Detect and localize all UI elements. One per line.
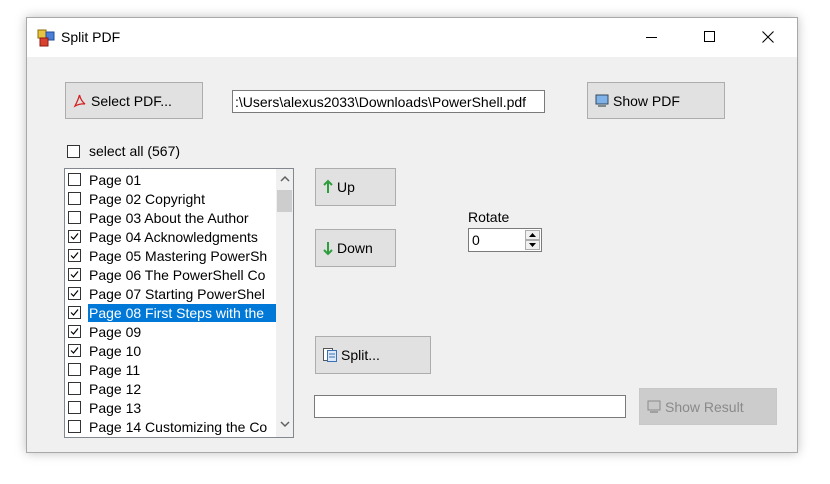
scroll-up-icon[interactable]: [280, 175, 290, 182]
page-checkbox[interactable]: [68, 192, 81, 205]
close-button[interactable]: [739, 18, 797, 57]
list-item[interactable]: Page 12: [66, 379, 276, 398]
page-checkbox[interactable]: [68, 363, 81, 376]
scroll-down-icon[interactable]: [280, 421, 290, 428]
app-icon: [37, 29, 55, 47]
list-item[interactable]: Page 03 About the Author: [66, 208, 276, 227]
page-label: Page 02 Copyright: [89, 190, 205, 207]
window-title: Split PDF: [61, 29, 121, 45]
up-button[interactable]: Up: [315, 168, 396, 206]
minimize-icon: [646, 37, 657, 38]
list-item[interactable]: Page 07 Starting PowerShel: [66, 284, 276, 303]
rotate-spinner[interactable]: 0: [468, 228, 542, 252]
page-label: Page 11: [89, 361, 141, 378]
list-item[interactable]: Page 01: [66, 170, 276, 189]
page-checkbox[interactable]: [68, 249, 81, 262]
rotate-value[interactable]: 0: [472, 232, 480, 248]
split-button[interactable]: Split...: [315, 336, 431, 374]
monitor-icon: [646, 399, 662, 415]
up-label: Up: [337, 179, 355, 195]
list-item[interactable]: Page 09: [66, 322, 276, 341]
list-item[interactable]: Page 08 First Steps with the: [66, 303, 276, 322]
list-item[interactable]: Page 10: [66, 341, 276, 360]
page-label: Page 09: [89, 323, 142, 340]
title-bar[interactable]: Split PDF: [27, 18, 797, 57]
page-label: Page 12: [89, 380, 142, 397]
spin-down-button[interactable]: [525, 240, 540, 250]
page-checkbox[interactable]: [68, 268, 81, 281]
page-label: Page 10: [89, 342, 142, 359]
list-scrollbar[interactable]: [276, 169, 293, 437]
page-label: Page 03 About the Author: [89, 209, 249, 226]
down-label: Down: [337, 240, 373, 256]
select-all-checkbox[interactable]: select all (567): [67, 143, 180, 159]
list-item[interactable]: Page 14 Customizing the Co: [66, 417, 276, 436]
page-label: Page 04 Acknowledgments: [89, 228, 258, 245]
split-label: Split...: [341, 347, 380, 363]
page-checkbox[interactable]: [68, 230, 81, 243]
rotate-label: Rotate: [468, 209, 510, 225]
scroll-thumb[interactable]: [277, 190, 292, 212]
list-item[interactable]: Page 13: [66, 398, 276, 417]
page-checkbox[interactable]: [68, 382, 81, 395]
page-label: Page 06 The PowerShell Co: [89, 266, 266, 283]
split-icon: [322, 347, 338, 363]
page-checkbox[interactable]: [68, 173, 81, 186]
arrow-up-icon: [322, 179, 334, 195]
select-pdf-label: Select PDF...: [91, 92, 172, 109]
spin-up-button[interactable]: [525, 230, 540, 240]
page-label: Page 07 Starting PowerShel: [89, 285, 265, 302]
split-pdf-window: Split PDF Select PDF... :\Users\alexus20…: [26, 17, 798, 453]
page-label: Page 01: [89, 171, 142, 188]
file-path-field[interactable]: :\Users\alexus2033\Downloads\PowerShell.…: [232, 90, 545, 113]
list-item[interactable]: Page 11: [66, 360, 276, 379]
show-result-button[interactable]: Show Result: [639, 388, 777, 425]
page-label: Page 08 First Steps with the: [88, 303, 276, 322]
page-label: Page 05 Mastering PowerSh: [89, 247, 268, 264]
page-checkbox[interactable]: [68, 306, 81, 319]
page-checkbox[interactable]: [68, 401, 81, 414]
result-field[interactable]: [314, 395, 626, 418]
minimize-button[interactable]: [623, 18, 681, 57]
select-all-box[interactable]: [67, 144, 80, 158]
show-pdf-button[interactable]: Show PDF: [587, 82, 725, 119]
page-list[interactable]: Page 01 Page 02 Copyright Page 03 About th…: [64, 168, 294, 438]
list-item[interactable]: Page 02 Copyright: [66, 189, 276, 208]
page-checkbox[interactable]: [68, 325, 81, 338]
show-pdf-label: Show PDF: [613, 92, 680, 109]
page-label: Page 14 Customizing the Co: [89, 418, 268, 435]
triangle-up-icon: [529, 233, 536, 237]
list-item[interactable]: Page 05 Mastering PowerSh: [66, 246, 276, 265]
maximize-icon: [704, 31, 715, 42]
select-pdf-button[interactable]: Select PDF...: [65, 82, 203, 119]
close-icon: [762, 31, 774, 43]
select-all-label: select all (567): [89, 143, 181, 159]
maximize-button[interactable]: [681, 18, 739, 57]
page-checkbox[interactable]: [68, 287, 81, 300]
list-item[interactable]: Page 04 Acknowledgments: [66, 227, 276, 246]
show-result-label: Show Result: [665, 398, 744, 415]
page-checkbox[interactable]: [68, 420, 81, 433]
down-button[interactable]: Down: [315, 229, 396, 267]
page-checkbox[interactable]: [68, 211, 81, 224]
triangle-down-icon: [529, 243, 536, 247]
list-item[interactable]: Page 06 The PowerShell Co: [66, 265, 276, 284]
pdf-icon: [72, 93, 88, 109]
arrow-down-icon: [322, 240, 334, 256]
page-checkbox[interactable]: [68, 344, 81, 357]
monitor-icon: [594, 93, 610, 109]
page-label: Page 13: [89, 399, 142, 416]
